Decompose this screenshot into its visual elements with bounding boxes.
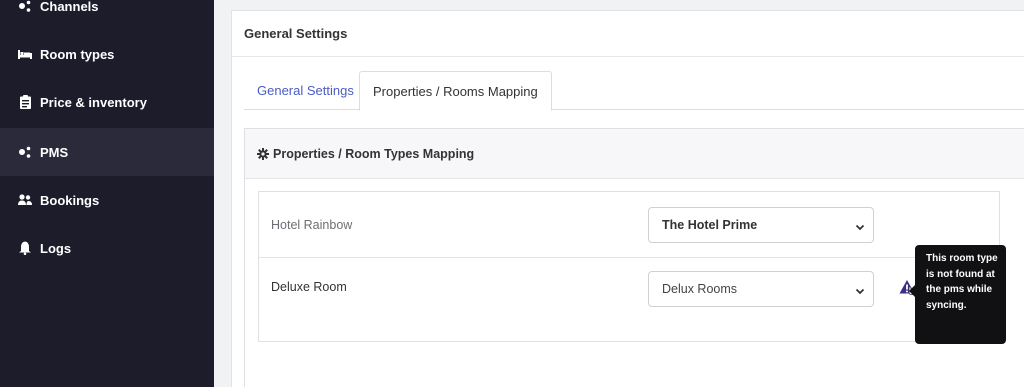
card-header: General Settings [232,11,1024,57]
bell-icon [18,241,32,255]
pms-icon [18,145,32,159]
sidebar-item-label: Logs [40,240,72,256]
sidebar-item-pms[interactable]: PMS [0,128,214,176]
sidebar-item-logs[interactable]: Logs [0,224,214,272]
sidebar-item-label: Bookings [40,192,100,208]
sidebar-item-label: PMS [40,144,69,160]
sidebar: Channels Room types Price & inventory PM… [0,0,214,387]
tab-properties-rooms-mapping[interactable]: Properties / Rooms Mapping [359,71,552,111]
section-title: Properties / Room Types Mapping [273,146,475,161]
tooltip-text: This room type is not found at the pms w… [926,253,998,311]
sidebar-item-channels[interactable]: Channels [0,0,214,30]
tab-label: Properties / Rooms Mapping [373,83,538,99]
mapping-card: Properties / Room Types Mapping Hotel Ra… [244,128,1024,387]
channels-icon [18,0,32,13]
sidebar-item-bookings[interactable]: Bookings [0,176,214,224]
selected-value: Delux Rooms [662,282,738,296]
room-type-label: Deluxe Room [271,280,347,294]
users-icon [18,193,32,207]
tab-general-settings[interactable]: General Settings [244,71,367,110]
tooltip: This room type is not found at the pms w… [909,245,1006,344]
page-title: General Settings [244,26,348,41]
clipboard-icon [18,95,32,109]
mapping-card-header: Properties / Room Types Mapping [245,129,1024,179]
mapping-table: Hotel Rainbow The Hotel Prime Deluxe Roo… [258,191,1000,342]
tab-label: General Settings [257,83,354,98]
sidebar-item-price-inventory[interactable]: Price & inventory [0,78,214,126]
general-settings-card: General Settings General Settings Proper… [231,10,1024,387]
room-type-select[interactable]: Delux Rooms [648,271,874,307]
chevron-down-icon [855,285,865,295]
tab-bar: General Settings Properties / Rooms Mapp… [244,71,1024,111]
chevron-down-icon [855,221,865,231]
selected-value: The Hotel Prime [662,218,758,232]
property-label: Hotel Rainbow [271,218,353,232]
bed-icon [18,47,32,61]
sidebar-item-label: Price & inventory [40,94,147,110]
sidebar-item-label: Room types [40,46,115,62]
sidebar-item-room-types[interactable]: Room types [0,30,214,78]
sidebar-item-label: Channels [40,0,99,14]
gear-icon [257,147,269,160]
property-select[interactable]: The Hotel Prime [648,207,874,243]
row-divider [259,257,999,258]
